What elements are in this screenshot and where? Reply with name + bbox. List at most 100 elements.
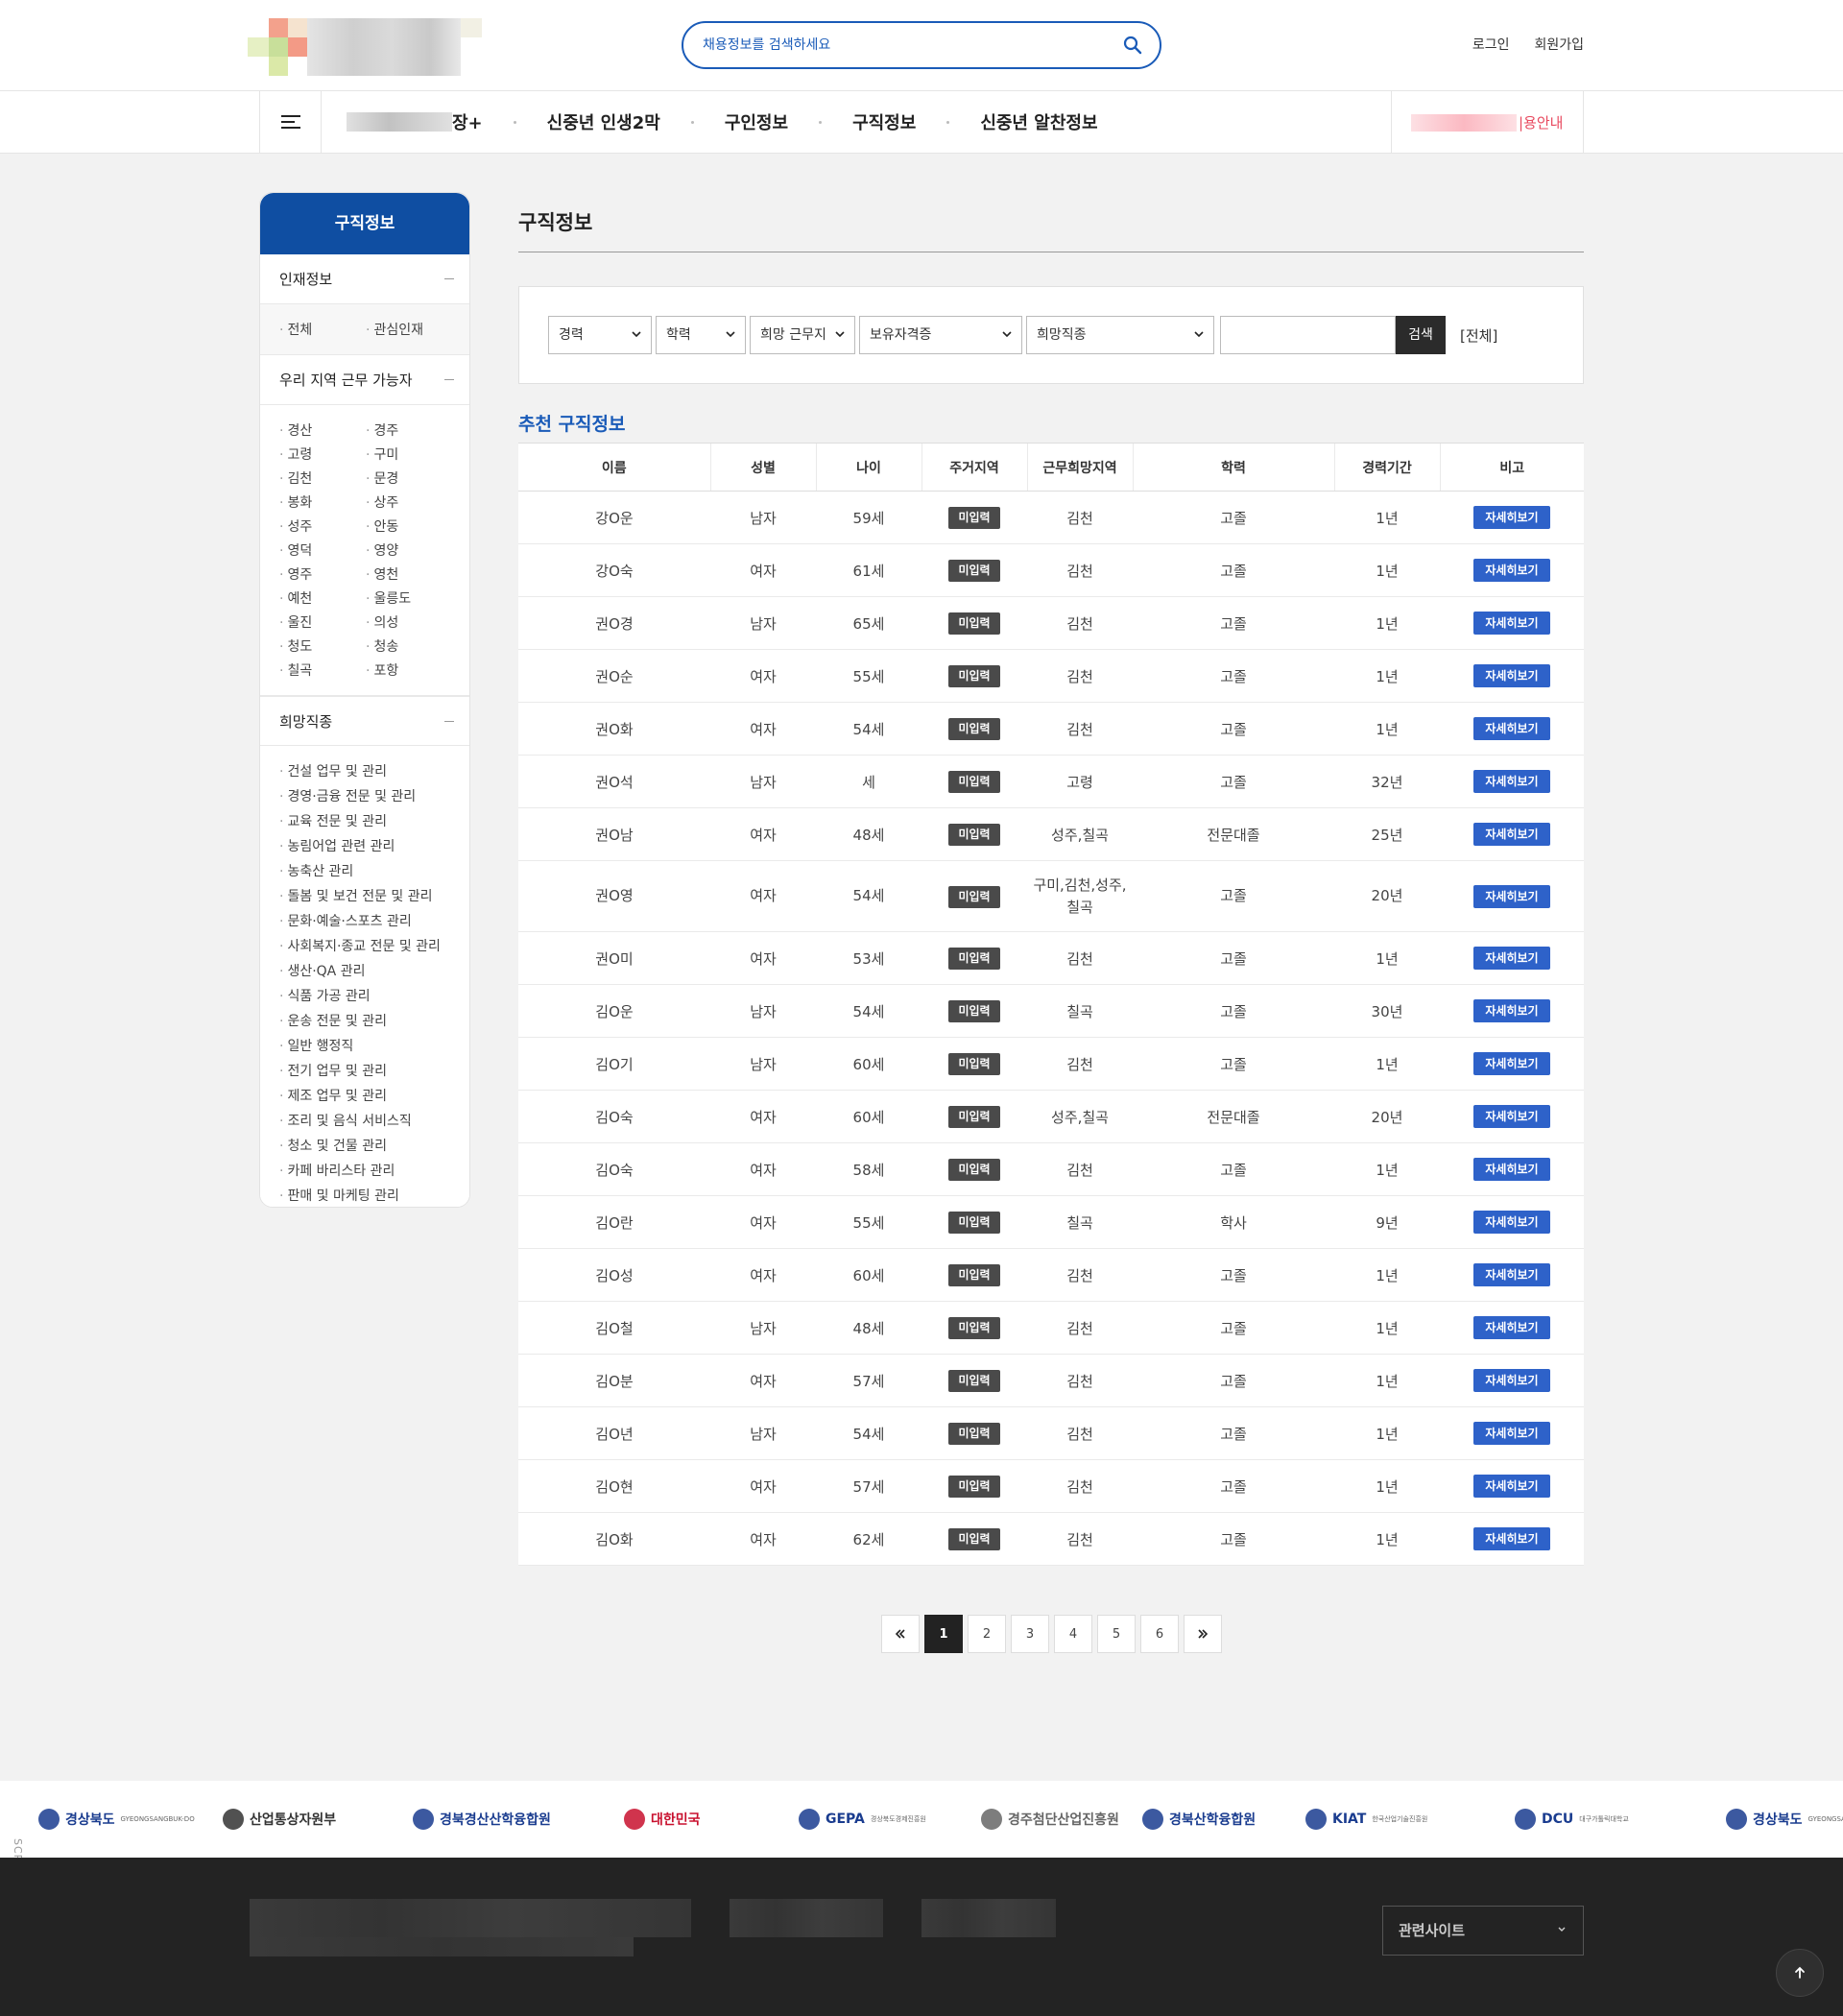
view-detail-button[interactable]: 자세히보기 <box>1473 1052 1550 1075</box>
view-detail-button[interactable]: 자세히보기 <box>1473 1158 1550 1181</box>
sidebar-item-region[interactable]: 청도 <box>279 636 366 656</box>
page-button[interactable]: 1 <box>924 1615 963 1653</box>
sidebar-item-region[interactable]: 울진 <box>279 612 366 632</box>
view-detail-button[interactable]: 자세히보기 <box>1473 664 1550 687</box>
sidebar-item-region[interactable]: 경주 <box>366 420 452 440</box>
page-button[interactable]: 2 <box>968 1615 1006 1653</box>
sidebar-item-region[interactable]: 고령 <box>279 444 366 464</box>
scroll-top-button[interactable] <box>1776 1949 1824 1997</box>
sidebar-item-job-type[interactable]: 농림어업 관련 관리 <box>279 836 469 855</box>
sidebar-item-region[interactable]: 성주 <box>279 516 366 536</box>
view-detail-button[interactable]: 자세히보기 <box>1473 1211 1550 1234</box>
partner-logo[interactable]: 경북경산산학융합원 <box>413 1804 551 1835</box>
sidebar-item-all[interactable]: 전체 <box>279 320 366 339</box>
sidebar-item-region[interactable]: 상주 <box>366 492 452 512</box>
login-link[interactable]: 로그인 <box>1472 35 1510 54</box>
view-detail-button[interactable]: 자세히보기 <box>1473 947 1550 970</box>
page-button[interactable]: 3 <box>1011 1615 1049 1653</box>
partner-logo[interactable]: 경주첨단산업진흥원 <box>981 1804 1119 1835</box>
partner-logo[interactable]: GEPA 경상북도경제진흥원 <box>799 1804 926 1835</box>
sidebar-item-favorites[interactable]: 관심인재 <box>366 320 452 339</box>
sidebar-item-region[interactable]: 포항 <box>366 660 452 680</box>
site-logo[interactable] <box>248 18 482 76</box>
partner-logo[interactable]: DCU 대구가톨릭대학교 <box>1515 1804 1629 1835</box>
partner-logo[interactable]: 경상북도 GYEONGSANGBUK-DO <box>1726 1804 1843 1835</box>
sidebar-item-region[interactable]: 영주 <box>279 564 366 584</box>
search-button[interactable]: 검색 <box>1396 316 1446 354</box>
partner-logo[interactable]: 경상북도 GYEONGSANGBUK-DO <box>38 1804 195 1835</box>
sidebar-item-region[interactable]: 문경 <box>366 468 452 488</box>
sidebar-section-job-type[interactable]: 희망직종 <box>260 696 469 746</box>
sidebar-item-job-type[interactable]: 농축산 관리 <box>279 861 469 880</box>
sidebar-item-region[interactable]: 안동 <box>366 516 452 536</box>
last-page-button[interactable] <box>1184 1615 1222 1653</box>
sidebar-item-job-type[interactable]: 건설 업무 및 관리 <box>279 761 469 780</box>
sidebar-item-job-type[interactable]: 운송 전문 및 관리 <box>279 1011 469 1030</box>
sidebar-item-region[interactable]: 경산 <box>279 420 366 440</box>
view-detail-button[interactable]: 자세히보기 <box>1473 1105 1550 1128</box>
sidebar-item-region[interactable]: 청송 <box>366 636 452 656</box>
partner-logo[interactable]: KIAT 한국산업기술진흥원 <box>1305 1804 1427 1835</box>
all-link[interactable]: [전체] <box>1460 325 1497 346</box>
view-detail-button[interactable]: 자세히보기 <box>1473 717 1550 740</box>
view-detail-button[interactable]: 자세히보기 <box>1473 506 1550 529</box>
view-detail-button[interactable]: 자세히보기 <box>1473 1263 1550 1286</box>
nav-item-job-offers[interactable]: 구인정보 <box>725 109 788 134</box>
sidebar-item-job-type[interactable]: 제조 업무 및 관리 <box>279 1086 469 1105</box>
sidebar-item-job-type[interactable]: 판매 및 마케팅 관리 <box>279 1186 469 1205</box>
menu-button[interactable] <box>260 91 322 153</box>
view-detail-button[interactable]: 자세히보기 <box>1473 612 1550 635</box>
career-select[interactable]: 경력 <box>548 316 652 354</box>
view-detail-button[interactable]: 자세히보기 <box>1473 884 1550 908</box>
sidebar-item-job-type[interactable]: 사회복지·종교 전문 및 관리 <box>279 936 469 955</box>
education-select[interactable]: 학력 <box>656 316 746 354</box>
sidebar-item-region[interactable]: 영양 <box>366 540 452 560</box>
related-sites-select[interactable]: 관련사이트 <box>1382 1906 1584 1956</box>
view-detail-button[interactable]: 자세히보기 <box>1473 999 1550 1022</box>
keyword-input[interactable] <box>1220 316 1396 354</box>
job-type-select[interactable]: 희망직종 <box>1026 316 1214 354</box>
license-select[interactable]: 보유자격증 <box>859 316 1022 354</box>
nav-item-second-life[interactable]: 신중년 인생2막 <box>547 109 660 134</box>
sidebar-item-region[interactable]: 칠곡 <box>279 660 366 680</box>
page-button[interactable]: 4 <box>1054 1615 1092 1653</box>
sidebar-item-region[interactable]: 영덕 <box>279 540 366 560</box>
view-detail-button[interactable]: 자세히보기 <box>1473 1475 1550 1498</box>
sidebar-item-job-type[interactable]: 생산·QA 관리 <box>279 961 469 980</box>
sidebar-item-region[interactable]: 김천 <box>279 468 366 488</box>
sidebar-item-region[interactable]: 구미 <box>366 444 452 464</box>
partner-logo[interactable]: 경북산학융합원 <box>1142 1804 1256 1835</box>
sidebar-item-region[interactable]: 의성 <box>366 612 452 632</box>
sidebar-item-job-type[interactable]: 조리 및 음식 서비스직 <box>279 1111 469 1130</box>
sidebar-item-region[interactable]: 예천 <box>279 588 366 608</box>
sidebar-item-region[interactable]: 봉화 <box>279 492 366 512</box>
view-detail-button[interactable]: 자세히보기 <box>1473 823 1550 846</box>
sidebar-section-region[interactable]: 우리 지역 근무 가능자 <box>260 355 469 405</box>
page-button[interactable]: 6 <box>1140 1615 1179 1653</box>
first-page-button[interactable] <box>881 1615 920 1653</box>
view-detail-button[interactable]: 자세히보기 <box>1473 1527 1550 1550</box>
nav-item-partial[interactable]: 장+ <box>452 109 483 134</box>
job-search-input[interactable] <box>703 33 1106 58</box>
search-icon[interactable] <box>1121 34 1144 57</box>
sidebar-item-region[interactable]: 울릉도 <box>366 588 452 608</box>
nav-item-info[interactable]: 신중년 알찬정보 <box>980 109 1097 134</box>
sidebar-section-talent[interactable]: 인재정보 <box>260 254 469 304</box>
partner-logo[interactable]: 산업통상자원부 <box>223 1804 336 1835</box>
sidebar-item-job-type[interactable]: 문화·예술·스포츠 관리 <box>279 911 469 930</box>
view-detail-button[interactable]: 자세히보기 <box>1473 559 1550 582</box>
view-detail-button[interactable]: 자세히보기 <box>1473 1316 1550 1339</box>
signup-link[interactable]: 회원가입 <box>1534 35 1584 54</box>
sidebar-item-job-type[interactable]: 카페 바리스타 관리 <box>279 1161 469 1180</box>
location-select[interactable]: 희망 근무지 <box>750 316 855 354</box>
sidebar-item-region[interactable]: 영천 <box>366 564 452 584</box>
sidebar-item-job-type[interactable]: 식품 가공 관리 <box>279 986 469 1005</box>
view-detail-button[interactable]: 자세히보기 <box>1473 1369 1550 1392</box>
view-detail-button[interactable]: 자세히보기 <box>1473 1422 1550 1445</box>
nav-item-job-seekers[interactable]: 구직정보 <box>852 109 916 134</box>
sidebar-item-job-type[interactable]: 일반 행정직 <box>279 1036 469 1055</box>
sidebar-item-job-type[interactable]: 교육 전문 및 관리 <box>279 811 469 830</box>
page-button[interactable]: 5 <box>1097 1615 1136 1653</box>
sidebar-item-job-type[interactable]: 청소 및 건물 관리 <box>279 1136 469 1155</box>
sidebar-item-job-type[interactable]: 경영·금융 전문 및 관리 <box>279 786 469 805</box>
